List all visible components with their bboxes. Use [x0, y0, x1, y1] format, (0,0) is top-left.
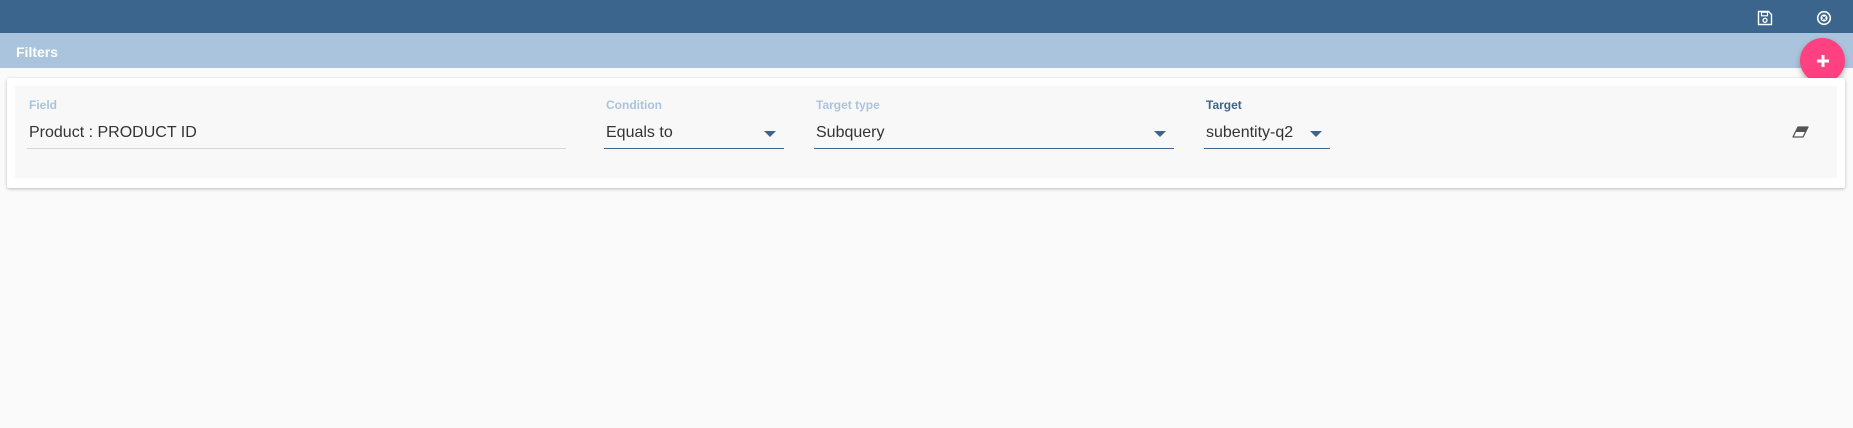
condition-value: Equals to [606, 124, 673, 141]
field-value: Product : PRODUCT ID [29, 124, 197, 141]
close-circle-icon [1816, 10, 1832, 26]
save-button[interactable] [1756, 9, 1774, 27]
condition-label: Condition [606, 98, 662, 112]
field-underline [27, 148, 566, 149]
floppy-disk-icon [1757, 10, 1773, 26]
target-value: subentity-q2 [1206, 124, 1294, 141]
filters-header: Filters [0, 33, 1853, 68]
add-filter-button[interactable] [1800, 38, 1845, 83]
chevron-down-icon [1310, 131, 1322, 137]
eraser-icon [1792, 126, 1809, 138]
target-label: Target [1206, 98, 1242, 112]
filter-card: Field Product : PRODUCT ID Condition Equ… [7, 78, 1845, 188]
condition-underline [604, 148, 784, 149]
target-type-value: Subquery [816, 124, 885, 141]
field-label: Field [29, 98, 58, 112]
top-toolbar [0, 0, 1853, 33]
clear-filter-button[interactable] [1791, 124, 1811, 140]
filter-row: Field Product : PRODUCT ID Condition Equ… [15, 86, 1837, 178]
chevron-down-icon [1154, 131, 1166, 137]
condition-select[interactable]: Condition Equals to [604, 86, 784, 156]
target-select[interactable]: Target subentity-q2 [1204, 86, 1330, 156]
field-input[interactable]: Field Product : PRODUCT ID [27, 86, 566, 156]
chevron-down-icon [764, 131, 776, 137]
target-type-select[interactable]: Target type Subquery [814, 86, 1174, 156]
target-type-underline [814, 148, 1174, 149]
filters-title: Filters [16, 44, 59, 60]
target-underline [1204, 148, 1330, 149]
plus-icon [1816, 54, 1829, 67]
target-type-label: Target type [816, 98, 880, 112]
close-button[interactable] [1815, 9, 1833, 27]
